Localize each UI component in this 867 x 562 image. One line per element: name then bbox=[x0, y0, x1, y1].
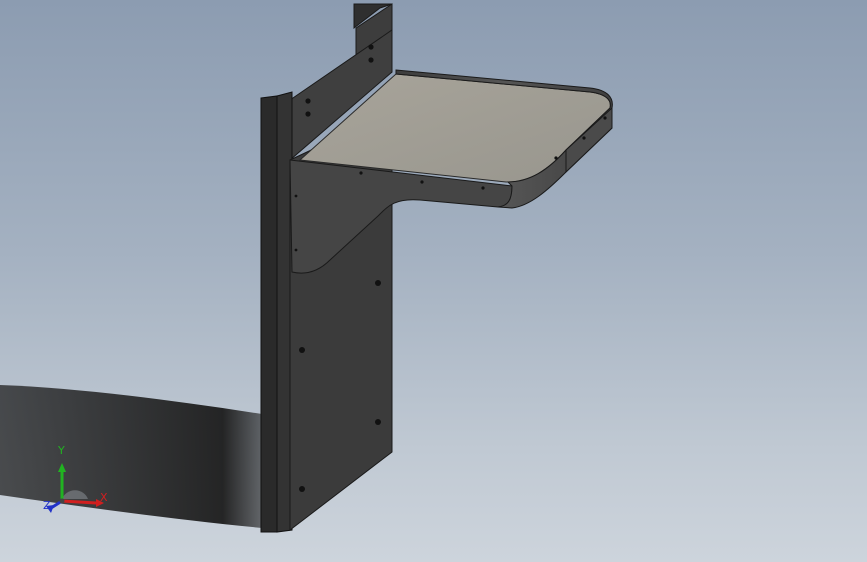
hole bbox=[305, 98, 311, 104]
hole bbox=[420, 180, 424, 184]
hole bbox=[368, 57, 374, 63]
hole bbox=[554, 156, 558, 160]
hole bbox=[582, 136, 586, 140]
hole bbox=[375, 280, 381, 286]
hole bbox=[299, 347, 305, 353]
graphics-viewport[interactable]: Y X Z bbox=[0, 0, 867, 562]
reference-triad bbox=[46, 463, 104, 513]
triad-x-label: X bbox=[100, 491, 108, 504]
triad-z-label: Z bbox=[43, 499, 51, 512]
hole bbox=[368, 44, 374, 50]
hole bbox=[305, 111, 311, 117]
triad-x-axis bbox=[61, 499, 97, 505]
hole bbox=[294, 194, 298, 198]
triad-origin bbox=[59, 498, 65, 504]
hole bbox=[603, 116, 607, 120]
hole bbox=[299, 486, 305, 492]
triad-y-arrow-icon bbox=[58, 463, 66, 472]
triad-arc bbox=[62, 490, 88, 499]
model-scene[interactable] bbox=[0, 0, 867, 562]
hole bbox=[375, 419, 381, 425]
triad-y-label: Y bbox=[58, 444, 65, 457]
hole bbox=[294, 248, 298, 252]
hole bbox=[481, 186, 485, 190]
side-flange[interactable] bbox=[260, 95, 278, 533]
hole bbox=[359, 171, 363, 175]
